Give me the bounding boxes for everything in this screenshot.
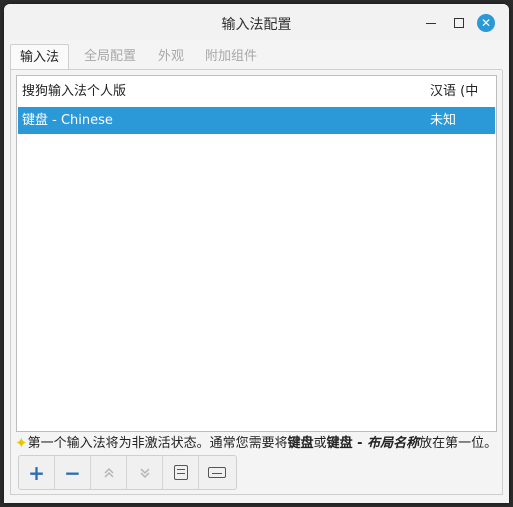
tab-input-method[interactable]: 输入法: [10, 44, 70, 70]
keyboard-layout-button[interactable]: [199, 456, 235, 489]
hint-bold1: 键盘: [287, 436, 314, 451]
keyboard-icon: [208, 467, 226, 478]
input-method-name: 键盘 - Chinese: [22, 113, 113, 128]
hint-italic: 布局名称: [367, 436, 420, 451]
minus-icon: −: [64, 460, 81, 485]
star-icon: ✦: [15, 434, 28, 452]
input-method-panel: 搜狗输入法个人版 汉语 (中国) 键盘 - Chinese 未知 ✦第一个输入法…: [10, 70, 503, 495]
list-item-selected[interactable]: 键盘 - Chinese 未知: [18, 107, 495, 134]
configure-icon: [173, 465, 188, 480]
move-down-icon: [139, 467, 150, 478]
add-input-method-button[interactable]: +: [19, 456, 55, 489]
maximize-icon: [454, 18, 464, 28]
plus-icon: +: [28, 460, 45, 485]
move-down-button[interactable]: [127, 456, 163, 489]
move-up-icon: [103, 467, 114, 478]
configure-input-method-button[interactable]: [163, 456, 199, 489]
hint-bold2: 键盘 -: [326, 436, 368, 451]
hint-part1: 第一个输入法将为非激活状态。通常您需要将: [27, 436, 288, 451]
minimize-icon: [426, 23, 436, 24]
tab-addons[interactable]: 附加组件: [196, 44, 266, 69]
tab-appearance[interactable]: 外观: [149, 44, 193, 69]
fcitx-config-window: 输入法配置 ✕ 输入法 全局配置 外观 附加组件 搜狗输入法个人版 汉语 (中国…: [4, 4, 509, 503]
hint-part3: 放在第一位。: [419, 436, 498, 451]
remove-input-method-button[interactable]: −: [55, 456, 91, 489]
close-button[interactable]: ✕: [477, 14, 495, 32]
tab-global-config[interactable]: 全局配置: [75, 44, 145, 69]
input-method-toolbar: + −: [18, 455, 237, 490]
tab-bar: 输入法 全局配置 外观 附加组件: [10, 44, 503, 70]
move-up-button[interactable]: [91, 456, 127, 489]
minimize-button[interactable]: [423, 15, 439, 31]
input-method-name: 搜狗输入法个人版: [22, 84, 127, 99]
title-bar[interactable]: 输入法配置 ✕: [4, 4, 509, 40]
hint-part2: 或: [313, 436, 327, 451]
input-method-list[interactable]: 搜狗输入法个人版 汉语 (中国) 键盘 - Chinese 未知: [16, 75, 497, 432]
maximize-button[interactable]: [451, 15, 467, 31]
input-method-language: 未知: [430, 113, 457, 128]
close-icon: ✕: [480, 16, 492, 30]
list-item[interactable]: 搜狗输入法个人版 汉语 (中国): [18, 78, 495, 126]
hint-text: ✦第一个输入法将为非激活状态。通常您需要将键盘或键盘 - 布局名称放在第一位。: [15, 433, 497, 453]
